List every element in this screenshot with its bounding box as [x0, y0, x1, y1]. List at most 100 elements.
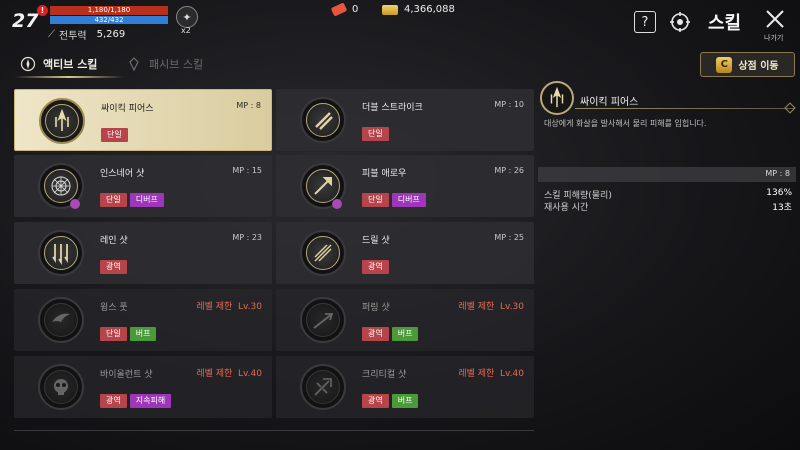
- detail-skill-icon: [540, 81, 574, 115]
- gem-icon: [330, 2, 348, 17]
- skill-name: 피블 애로우: [362, 169, 407, 179]
- skill-card-ensnare-shot[interactable]: 인스네어 샷 MP : 15 단일 디버프: [14, 155, 272, 217]
- tag-single: 단일: [100, 327, 127, 341]
- stat-value: 13초: [772, 203, 792, 213]
- skill-mp: MP : 23: [232, 233, 262, 242]
- gem-currency: 0: [330, 2, 359, 17]
- tag-buff: 버프: [391, 327, 419, 341]
- tag-dot: 지속피해: [129, 394, 172, 408]
- skill-mp: MP : 10: [494, 100, 524, 109]
- level-requirement: 레벨 제한 Lv.30: [196, 302, 262, 312]
- gold-icon: [382, 4, 398, 15]
- level-requirement: 레벨 제한 Lv.40: [196, 369, 262, 379]
- shop-icon: C: [716, 56, 733, 73]
- skill-name: 싸이킥 피어스: [101, 104, 154, 114]
- debuff-badge-icon: [332, 199, 342, 209]
- diamond-icon: [784, 102, 796, 114]
- skill-name: 드릴 샷: [362, 236, 390, 246]
- gem-amount: 0: [352, 4, 359, 15]
- tab-underline: [14, 76, 124, 78]
- rain-shot-icon: [38, 230, 84, 276]
- detail-description: 대상에게 화살을 발사해서 물리 피해를 입힙니다.: [544, 119, 707, 128]
- skill-name: 퍼링 샷: [362, 303, 390, 313]
- skill-card-feeble-arrow[interactable]: 피블 애로우 MP : 26 단일 디버프: [276, 155, 534, 217]
- tab-active-label: 액티브 스킬: [43, 58, 98, 71]
- level-requirement: 레벨 제한 Lv.30: [458, 302, 524, 312]
- detail-divider: [575, 108, 795, 109]
- alert-icon[interactable]: !: [37, 5, 48, 16]
- skill-card-wings-foot[interactable]: 윙스 풋 레벨 제한 Lv.30 단일 버프: [14, 289, 272, 351]
- combat-power: ⟋ 전투력 5,269: [48, 27, 125, 42]
- skill-name: 크리티컬 샷: [362, 370, 407, 380]
- tag-buff: 버프: [129, 327, 157, 341]
- tag-single: 단일: [101, 128, 128, 142]
- page-title: 스킬: [708, 13, 742, 34]
- skill-name: 윙스 풋: [100, 303, 128, 313]
- combat-power-value: 5,269: [96, 29, 126, 40]
- tag-single: 단일: [100, 193, 127, 207]
- exit-label: 나가기: [764, 34, 784, 42]
- skill-card-violent-shot[interactable]: 바이올런트 샷 레벨 제한 Lv.40 광역 지속피해: [14, 356, 272, 418]
- help-icon[interactable]: ?: [634, 11, 656, 33]
- passive-skill-icon: [129, 57, 139, 72]
- divider: [14, 430, 534, 431]
- violent-shot-icon: [38, 364, 84, 410]
- detail-skill-name: 싸이킥 피어스: [580, 97, 639, 108]
- stat-label: 재사용 시간: [544, 203, 589, 213]
- player-level: 27: [12, 10, 39, 32]
- skill-mp: MP : 25: [494, 233, 524, 242]
- gold-amount: 4,366,088: [404, 4, 455, 15]
- mp-bar: 432/432: [50, 16, 168, 24]
- skill-card-psychic-pierce[interactable]: 싸이킥 피어스 MP : 8 단일: [14, 89, 272, 151]
- skill-name: 인스네어 샷: [100, 169, 145, 179]
- tag-area: 광역: [362, 260, 389, 274]
- hp-bar: 1,180/1,180: [50, 6, 168, 15]
- tag-area: 광역: [100, 394, 127, 408]
- skill-card-critical-shot[interactable]: 크리티컬 샷 레벨 제한 Lv.40 광역 버프: [276, 356, 534, 418]
- skill-card-double-strike[interactable]: 더블 스트라이크 MP : 10 단일: [276, 89, 534, 151]
- skill-name: 더블 스트라이크: [362, 103, 423, 113]
- double-strike-icon: [300, 97, 346, 143]
- tab-passive-label: 패시브 스킬: [149, 58, 204, 71]
- detail-mp-bar: MP : 8: [538, 167, 796, 182]
- critical-shot-icon: [300, 364, 346, 410]
- tag-single: 단일: [362, 127, 389, 141]
- stat-row: 재사용 시간 13초: [544, 200, 792, 213]
- detail-mp: MP : 8: [765, 169, 790, 178]
- tag-buff: 버프: [391, 394, 419, 408]
- crosshair-icon[interactable]: [669, 11, 691, 33]
- skill-card-drill-shot[interactable]: 드릴 샷 MP : 25 광역: [276, 222, 534, 284]
- selected-indicator: [15, 116, 20, 126]
- buff-count: x2: [181, 26, 191, 35]
- shop-button-label: 상점 이동: [738, 61, 779, 72]
- skill-card-piercing-shot[interactable]: 퍼링 샷 레벨 제한 Lv.30 광역 버프: [276, 289, 534, 351]
- close-icon[interactable]: [764, 8, 786, 30]
- gold-currency: 4,366,088: [382, 4, 455, 15]
- tab-passive-skills[interactable]: 패시브 스킬: [126, 56, 203, 72]
- buff-icon[interactable]: ✦: [176, 6, 198, 28]
- tag-area: 광역: [100, 260, 127, 274]
- skill-mp: MP : 8: [236, 101, 261, 110]
- tag-debuff: 디버프: [129, 193, 164, 207]
- piercing-shot-icon: [300, 297, 346, 343]
- skill-name: 레인 샷: [100, 236, 128, 246]
- tab-active-skills[interactable]: 액티브 스킬: [20, 56, 97, 72]
- tag-debuff: 디버프: [391, 193, 426, 207]
- top-bar: 27 ! 1,180/1,180 432/432 ⟋ 전투력 5,269 ✦ x…: [0, 0, 800, 48]
- level-requirement: 레벨 제한 Lv.40: [458, 369, 524, 379]
- active-skill-icon: [20, 56, 36, 72]
- skill-card-rain-shot[interactable]: 레인 샷 MP : 23 광역: [14, 222, 272, 284]
- tag-single: 단일: [362, 193, 389, 207]
- debuff-badge-icon: [70, 199, 80, 209]
- skill-name: 바이올런트 샷: [100, 370, 153, 380]
- combat-power-label: 전투력: [59, 31, 87, 42]
- shop-button[interactable]: C 상점 이동: [700, 52, 795, 77]
- skill-mp: MP : 15: [232, 166, 262, 175]
- skill-mp: MP : 26: [494, 166, 524, 175]
- sword-icon: ⟋: [48, 29, 55, 40]
- drill-shot-icon: [300, 230, 346, 276]
- tag-area: 광역: [362, 327, 389, 341]
- wings-foot-icon: [38, 297, 84, 343]
- tag-area: 광역: [362, 394, 389, 408]
- psychic-pierce-icon: [39, 98, 85, 144]
